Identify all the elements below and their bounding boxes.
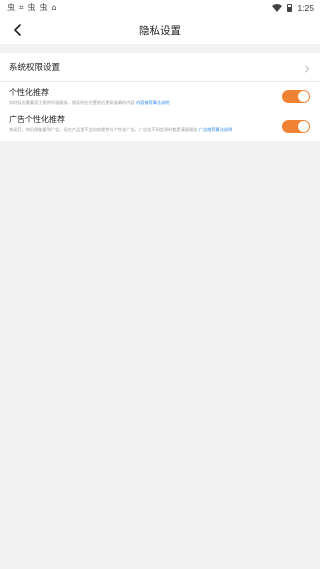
status-bar: 虫 ⌗ 虫 虫 ⌂ 1:25 [0,0,320,16]
ad-personalized-desc: 关闭后，你仍然能看到广告，但在产品里不会向你提供与个性化广告，广告在不同信息时都… [9,127,274,132]
ad-personalized-title: 广告个性化推荐 [9,115,65,124]
chevron-left-icon [14,24,21,36]
home-icon: ⌂ [51,3,57,12]
back-button[interactable] [9,21,27,39]
ad-personalized-toggle[interactable] [282,120,310,133]
wifi-icon [272,4,283,12]
page-title: 隐私设置 [139,24,181,37]
ad-personalized-item: 广告个性化推荐 关闭后，你仍然能看到广告，但在产品里不会向你提供与个性化广告，广… [9,115,311,132]
status-system-icons: 1:25 [272,3,314,13]
battery-icon [287,4,293,12]
toggle-knob [298,121,309,132]
personalized-recommend-desc: 实时标志需要用于提供内容服务，保证所在位置附近更高准确的内容 内容推荐算法说明 [9,100,274,105]
grid-icon: ⌗ [19,3,24,12]
toggle-knob [298,91,309,102]
chevron-right-icon [303,58,311,77]
system-permission-label: 系统权限设置 [9,63,61,73]
personalized-recommend-title: 个性化推荐 [9,88,49,97]
personalized-recommend-toggle[interactable] [282,90,310,103]
notification-icon: 虫 [7,3,15,12]
ad-personalized-desc-text: 关闭后，你仍然能看到广告，但在产品里不会向你提供与个性化广告，广告在不同信息时都… [9,127,199,132]
personalization-card: 个性化推荐 实时标志需要用于提供内容服务，保证所在位置附近更高准确的内容 内容推… [0,81,320,141]
notification-icon: 虫 [27,3,36,12]
notification-icon: 虫 [39,3,48,12]
personalized-recommend-desc-text: 实时标志需要用于提供内容服务，保证所在位置附近更高准确的内容 [9,100,136,105]
ad-algorithm-link[interactable]: 广告推荐算法说明 [199,127,233,132]
top-app-bar: 隐私设置 [0,16,320,44]
personalized-recommend-item: 个性化推荐 实时标志需要用于提供内容服务，保证所在位置附近更高准确的内容 内容推… [9,88,311,105]
system-permission-row[interactable]: 系统权限设置 [0,53,320,81]
status-time: 1:25 [297,3,314,13]
content-algorithm-link[interactable]: 内容推荐算法说明 [136,100,170,105]
status-notification-icons: 虫 ⌗ 虫 虫 ⌂ [7,4,57,12]
